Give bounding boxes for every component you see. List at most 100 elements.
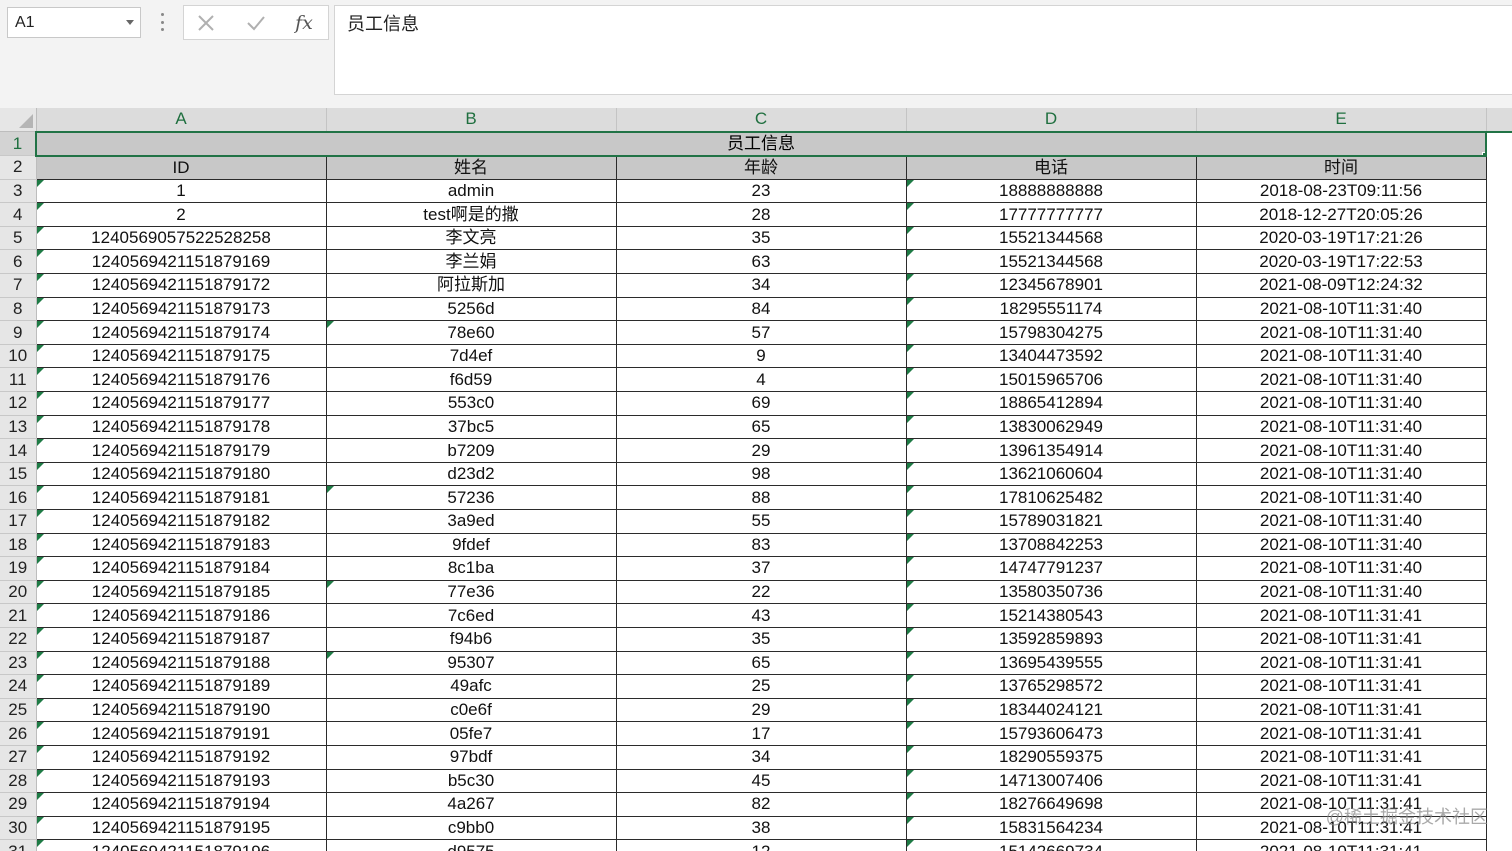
cell-d8[interactable]: 18295551174: [905, 296, 1197, 322]
cell-e23[interactable]: 2021-08-10T11:31:41: [1195, 650, 1487, 676]
cell-b25[interactable]: c0e6f: [325, 697, 617, 723]
cell-a31[interactable]: 1240569421151879196: [35, 839, 327, 851]
select-all-button[interactable]: [0, 108, 37, 133]
cell-d27[interactable]: 18290559375: [905, 744, 1197, 770]
row-header-26[interactable]: 26: [0, 721, 37, 746]
insert-function-icon[interactable]: fx: [290, 10, 318, 36]
cell-a25[interactable]: 1240569421151879190: [35, 697, 327, 723]
cell-d5[interactable]: 15521344568: [905, 225, 1197, 251]
row-header-15[interactable]: 15: [0, 462, 37, 487]
cell-c14[interactable]: 29: [615, 438, 907, 463]
cell-e6[interactable]: 2020-03-19T17:22:53: [1195, 249, 1487, 275]
cell-a11[interactable]: 1240569421151879176: [35, 367, 327, 393]
cell-d6[interactable]: 15521344568: [905, 249, 1197, 275]
cell-a10[interactable]: 1240569421151879175: [35, 343, 327, 369]
cell-e14[interactable]: 2021-08-10T11:31:40: [1195, 438, 1487, 463]
row-header-5[interactable]: 5: [0, 226, 37, 251]
cell-c15[interactable]: 98: [615, 461, 907, 487]
cell-a26[interactable]: 1240569421151879191: [35, 721, 327, 746]
column-header-d[interactable]: D: [906, 108, 1197, 133]
row-header-11[interactable]: 11: [0, 367, 37, 393]
cell-c6[interactable]: 63: [615, 249, 907, 275]
cell-b27[interactable]: 97bdf: [325, 744, 617, 770]
cell-a29[interactable]: 1240569421151879194: [35, 792, 327, 817]
chevron-down-icon[interactable]: [126, 20, 134, 25]
cell-b11[interactable]: f6d59: [325, 367, 617, 393]
cell-b3[interactable]: admin: [325, 178, 617, 204]
cell-b5[interactable]: 李文亮: [325, 225, 617, 251]
cell-b31[interactable]: d9575: [325, 839, 617, 851]
cell-b20[interactable]: 77e36: [325, 579, 617, 605]
cell-b15[interactable]: d23d2: [325, 461, 617, 487]
cell-c28[interactable]: 45: [615, 768, 907, 794]
cell-a22[interactable]: 1240569421151879187: [35, 626, 327, 652]
cell-b24[interactable]: 49afc: [325, 674, 617, 699]
cell-d19[interactable]: 14747791237: [905, 556, 1197, 581]
cell-a24[interactable]: 1240569421151879189: [35, 674, 327, 699]
column-header-e[interactable]: E: [1196, 108, 1487, 133]
header-cell[interactable]: 姓名: [325, 155, 617, 180]
cell-b6[interactable]: 李兰娟: [325, 249, 617, 275]
cell-c19[interactable]: 37: [615, 556, 907, 581]
row-header-2[interactable]: 2: [0, 155, 37, 180]
cell-d7[interactable]: 12345678901: [905, 273, 1197, 298]
row-header-25[interactable]: 25: [0, 698, 37, 723]
row-header-13[interactable]: 13: [0, 415, 37, 440]
cell-a28[interactable]: 1240569421151879193: [35, 768, 327, 794]
cell-c4[interactable]: 28: [615, 202, 907, 227]
cell-a13[interactable]: 1240569421151879178: [35, 414, 327, 440]
row-header-23[interactable]: 23: [0, 651, 37, 676]
cell-e28[interactable]: 2021-08-10T11:31:41: [1195, 768, 1487, 794]
column-header-f[interactable]: [1486, 108, 1512, 133]
cell-d11[interactable]: 15015965706: [905, 367, 1197, 393]
row-header-16[interactable]: 16: [0, 485, 37, 510]
cell-c11[interactable]: 4: [615, 367, 907, 393]
row-header-14[interactable]: 14: [0, 438, 37, 463]
cell-c30[interactable]: 38: [615, 815, 907, 841]
cell-c9[interactable]: 57: [615, 320, 907, 345]
cell-e26[interactable]: 2021-08-10T11:31:41: [1195, 721, 1487, 746]
row-header-29[interactable]: 29: [0, 792, 37, 817]
row-header-30[interactable]: 30: [0, 816, 37, 841]
cell-e17[interactable]: 2021-08-10T11:31:40: [1195, 509, 1487, 534]
row-header-19[interactable]: 19: [0, 556, 37, 581]
header-cell[interactable]: 年龄: [615, 155, 907, 180]
row-header-21[interactable]: 21: [0, 603, 37, 628]
cell-e11[interactable]: 2021-08-10T11:31:40: [1195, 367, 1487, 393]
cell-b12[interactable]: 553c0: [325, 391, 617, 416]
row-header-4[interactable]: 4: [0, 202, 37, 227]
cell-a3[interactable]: 1: [35, 178, 327, 204]
cell-d15[interactable]: 13621060604: [905, 461, 1197, 487]
cell-a9[interactable]: 1240569421151879174: [35, 320, 327, 345]
cell-e19[interactable]: 2021-08-10T11:31:40: [1195, 556, 1487, 581]
cell-b17[interactable]: 3a9ed: [325, 509, 617, 534]
cell-a17[interactable]: 1240569421151879182: [35, 509, 327, 534]
cell-b16[interactable]: 57236: [325, 485, 617, 510]
row-header-27[interactable]: 27: [0, 745, 37, 770]
formula-input[interactable]: 员工信息: [334, 5, 1512, 95]
row-header-7[interactable]: 7: [0, 273, 37, 298]
cell-c18[interactable]: 83: [615, 532, 907, 558]
cell-b14[interactable]: b7209: [325, 438, 617, 463]
cell-d12[interactable]: 18865412894: [905, 391, 1197, 416]
cell-a5[interactable]: 1240569057522528258: [35, 225, 327, 251]
column-header-c[interactable]: C: [616, 108, 907, 133]
cell-c31[interactable]: 12: [615, 839, 907, 851]
close-icon[interactable]: [192, 10, 220, 36]
cell-e8[interactable]: 2021-08-10T11:31:40: [1195, 296, 1487, 322]
cell-e15[interactable]: 2021-08-10T11:31:40: [1195, 461, 1487, 487]
cell-d30[interactable]: 15831564234: [905, 815, 1197, 841]
cell-c20[interactable]: 22: [615, 579, 907, 605]
cell-d3[interactable]: 18888888888: [905, 178, 1197, 204]
cell-b19[interactable]: 8c1ba: [325, 556, 617, 581]
cell-a15[interactable]: 1240569421151879180: [35, 461, 327, 487]
cell-d29[interactable]: 18276649698: [905, 792, 1197, 817]
row-header-31[interactable]: 31: [0, 839, 37, 851]
cell-d16[interactable]: 17810625482: [905, 485, 1197, 510]
cell-c24[interactable]: 25: [615, 674, 907, 699]
cell-a20[interactable]: 1240569421151879185: [35, 579, 327, 605]
cell-e31[interactable]: 2021-08-10T11:31:41: [1195, 839, 1487, 851]
check-icon[interactable]: [242, 10, 270, 36]
cell-e9[interactable]: 2021-08-10T11:31:40: [1195, 320, 1487, 345]
row-header-10[interactable]: 10: [0, 344, 37, 369]
